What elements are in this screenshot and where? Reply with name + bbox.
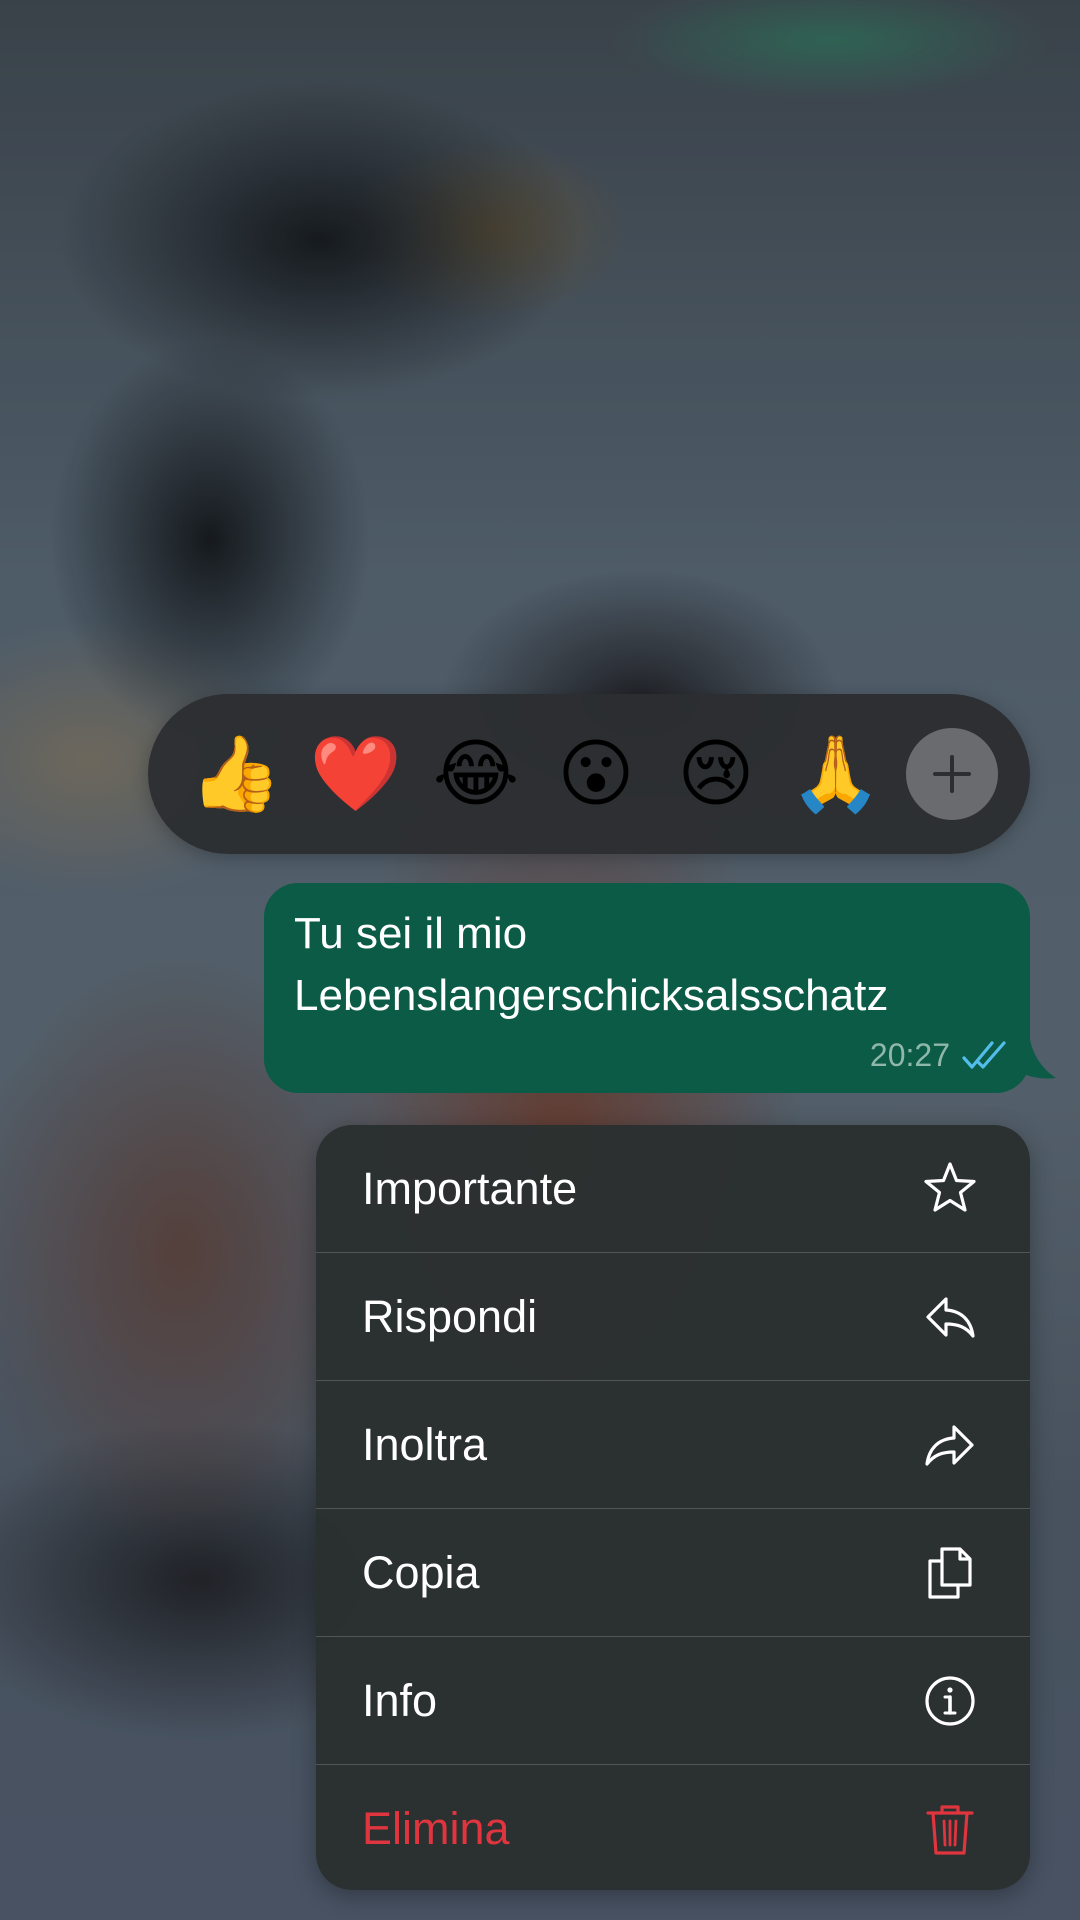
plus-icon bbox=[933, 755, 971, 793]
message-time: 20:27 bbox=[869, 1036, 950, 1073]
message-meta: 20:27 bbox=[870, 1033, 1008, 1077]
star-icon bbox=[924, 1162, 976, 1212]
menu-item-label: Elimina bbox=[362, 1803, 510, 1854]
double-check-icon bbox=[962, 1041, 1006, 1069]
info-icon bbox=[925, 1676, 975, 1726]
add-reaction-button[interactable] bbox=[906, 728, 998, 820]
reaction-thumbs-up[interactable]: 👍 bbox=[188, 726, 284, 822]
reaction-red-heart[interactable]: ❤️ bbox=[308, 726, 404, 822]
forward-icon bbox=[925, 1425, 974, 1466]
reaction-bar: 👍 ❤️ 😂 😮 😢 🙏 bbox=[148, 694, 1030, 854]
outgoing-message-bubble[interactable]: Tu sei il mio Lebenslangerschicksalsscha… bbox=[264, 883, 1030, 1093]
menu-item-copia[interactable]: Copia bbox=[316, 1509, 1030, 1637]
menu-item-inoltra[interactable]: Inoltra bbox=[316, 1381, 1030, 1509]
menu-item-label: Copia bbox=[362, 1547, 480, 1598]
menu-item-label: Info bbox=[362, 1675, 438, 1726]
menu-item-label: Inoltra bbox=[362, 1419, 488, 1470]
menu-item-importante[interactable]: Importante bbox=[316, 1125, 1030, 1253]
reaction-open-mouth[interactable]: 😮 bbox=[548, 726, 644, 822]
trash-icon bbox=[926, 1805, 974, 1855]
reply-icon bbox=[926, 1297, 975, 1338]
menu-item-label: Importante bbox=[362, 1163, 578, 1214]
menu-item-info[interactable]: Info bbox=[316, 1637, 1030, 1765]
reaction-folded-hands[interactable]: 🙏 bbox=[788, 726, 884, 822]
message-text: Tu sei il mio Lebenslangerschicksalsscha… bbox=[294, 909, 889, 1020]
reaction-tears-of-joy[interactable]: 😂 bbox=[428, 726, 524, 822]
menu-item-elimina[interactable]: Elimina bbox=[316, 1765, 1030, 1890]
chat-screen: 👍 ❤️ 😂 😮 😢 🙏 Tu sei il mio Lebenslangers… bbox=[0, 0, 1080, 1920]
copy-icon bbox=[928, 1547, 972, 1599]
reaction-crying-face[interactable]: 😢 bbox=[668, 726, 764, 822]
menu-item-label: Rispondi bbox=[362, 1291, 538, 1342]
message-context-menu: Importante Rispondi Inoltra Copia Info E… bbox=[316, 1125, 1030, 1890]
menu-item-rispondi[interactable]: Rispondi bbox=[316, 1253, 1030, 1381]
bubble-tail bbox=[1010, 1040, 1056, 1079]
